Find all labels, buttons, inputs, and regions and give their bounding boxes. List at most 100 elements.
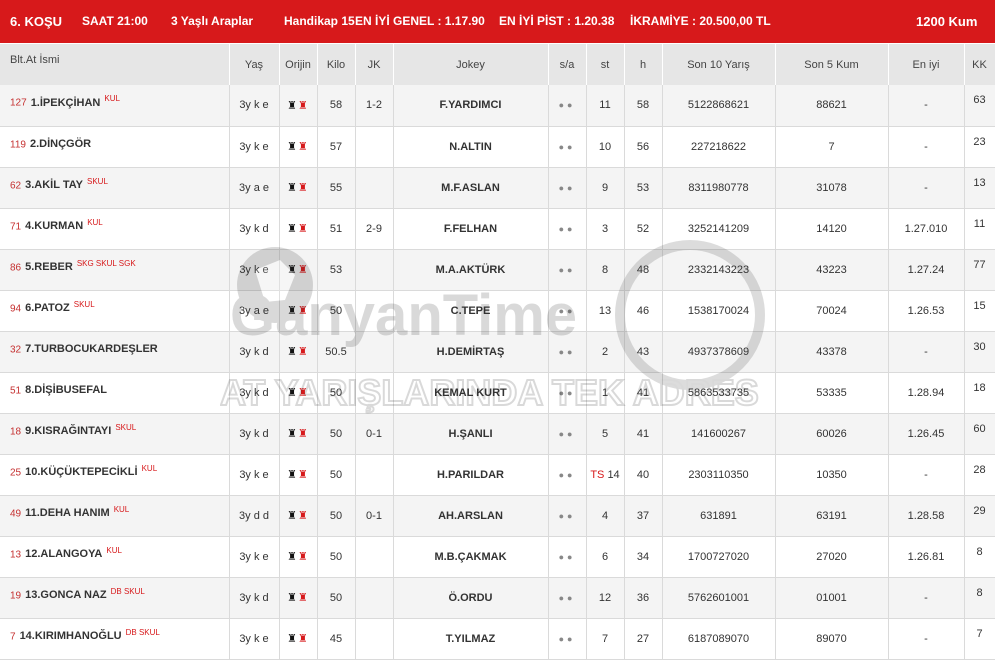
horse-origin-icon[interactable]: ♜♜ [287, 223, 309, 235]
origin-cell[interactable]: ♜♜ [279, 249, 318, 291]
jockey-link[interactable]: T.YILMAZ [393, 618, 549, 660]
owner-trainer-icon[interactable]: ●● [559, 265, 576, 275]
col-h[interactable]: h [624, 44, 663, 85]
col-last10[interactable]: Son 10 Yarış [662, 44, 776, 85]
horse-origin-icon[interactable]: ♜♜ [287, 428, 309, 440]
table-row[interactable]: 62 3.AKİL TAY SKUL 3y a e ♜♜ 55 M.F.ASLAN ●● 9 5… [0, 167, 995, 209]
horse-origin-icon[interactable]: ♜♜ [287, 551, 309, 563]
sa-cell[interactable]: ●● [548, 413, 587, 455]
table-row[interactable]: 94 6.PATOZ SKUL 3y a e ♜♜ 50 C.TEPE ●● 13 46 1538… [0, 290, 995, 332]
table-row[interactable]: 86 5.REBER SKG SKUL SGK 3y k e ♜♜ 53 M.A.AKTÜR… [0, 249, 995, 291]
table-row[interactable]: 71 4.KURMAN KUL 3y k d ♜♜ 51 2-9 F.FELHAN ●● 3 52… [0, 208, 995, 250]
horse-name-link[interactable]: 11.DEHA HANIM [25, 507, 110, 519]
horse-name-link[interactable]: 10.KÜÇÜKTEPECİKLİ [25, 466, 137, 478]
horse-name-link[interactable]: 2.DİNÇGÖR [30, 138, 91, 150]
origin-cell[interactable]: ♜♜ [279, 167, 318, 209]
jockey-link[interactable]: C.TEPE [393, 290, 549, 332]
jockey-link[interactable]: F.FELHAN [393, 208, 549, 250]
origin-cell[interactable]: ♜♜ [279, 331, 318, 373]
sa-cell[interactable]: ●● [548, 85, 587, 127]
owner-trainer-icon[interactable]: ●● [559, 183, 576, 193]
table-row[interactable]: 32 7.TURBOCUKARDEŞLER 3y k d ♜♜ 50.5 H.DEMİRT… [0, 331, 995, 373]
col-last5[interactable]: Son 5 Kum [775, 44, 889, 85]
sa-cell[interactable]: ●● [548, 290, 587, 332]
col-st[interactable]: st [586, 44, 625, 85]
col-weight[interactable]: Kilo [317, 44, 356, 85]
horse-name-link[interactable]: 14.KIRIMHANOĞLU [20, 630, 122, 642]
jockey-link[interactable]: M.F.ASLAN [393, 167, 549, 209]
jockey-link[interactable]: Ö.ORDU [393, 577, 549, 619]
horse-origin-icon[interactable]: ♜♜ [287, 387, 309, 399]
horse-name-link[interactable]: 4.KURMAN [25, 220, 83, 232]
sa-cell[interactable]: ●● [548, 577, 587, 619]
sa-cell[interactable]: ●● [548, 372, 587, 414]
origin-cell[interactable]: ♜♜ [279, 618, 318, 660]
sa-cell[interactable]: ●● [548, 167, 587, 209]
horse-origin-icon[interactable]: ♜♜ [287, 469, 309, 481]
table-row[interactable]: 13 12.ALANGOYA KUL 3y k e ♜♜ 50 M.B.ÇAKMAK ●● 6… [0, 536, 995, 578]
origin-cell[interactable]: ♜♜ [279, 85, 318, 127]
jockey-link[interactable]: F.YARDIMCI [393, 85, 549, 127]
table-row[interactable]: 51 8.DİŞİBUSEFAL 3y k d ♜♜ 50 KEMAL KURT ●● 14… [0, 372, 995, 414]
sa-cell[interactable]: ●● [548, 618, 587, 660]
col-jockey[interactable]: Jokey [393, 44, 549, 85]
col-kk[interactable]: KK [964, 44, 995, 85]
sa-cell[interactable]: ●● [548, 331, 587, 373]
owner-trainer-icon[interactable]: ●● [559, 429, 576, 439]
jockey-link[interactable]: KEMAL KURT [393, 372, 549, 414]
owner-trainer-icon[interactable]: ●● [559, 347, 576, 357]
horse-origin-icon[interactable]: ♜♜ [287, 305, 309, 317]
table-row[interactable]: 7 14.KIRIMHANOĞLU DB SKUL 3y k e ♜♜ 45 T.YILMA… [0, 618, 995, 660]
origin-cell[interactable]: ♜♜ [279, 577, 318, 619]
owner-trainer-icon[interactable]: ●● [559, 388, 576, 398]
horse-name-link[interactable]: 1.İPEKÇİHAN [31, 97, 101, 109]
horse-origin-icon[interactable]: ♜♜ [287, 100, 309, 112]
table-row[interactable]: 119 2.DİNÇGÖR 3y k e ♜♜ 57 N.ALTIN ●● 10 56 2272… [0, 126, 995, 168]
horse-name-link[interactable]: 7.TURBOCUKARDEŞLER [25, 343, 158, 355]
sa-cell[interactable]: ●● [548, 249, 587, 291]
sa-cell[interactable]: ●● [548, 208, 587, 250]
jockey-link[interactable]: H.PARILDAR [393, 454, 549, 496]
origin-cell[interactable]: ♜♜ [279, 290, 318, 332]
table-row[interactable]: 49 11.DEHA HANIM KUL 3y d d ♜♜ 50 0-1 AH.ARSLAN… [0, 495, 995, 537]
table-row[interactable]: 127 1.İPEKÇİHAN KUL 3y k e ♜♜ 58 1-2 F.YARDIMCI… [0, 85, 995, 127]
owner-trainer-icon[interactable]: ●● [559, 470, 576, 480]
origin-cell[interactable]: ♜♜ [279, 536, 318, 578]
horse-origin-icon[interactable]: ♜♜ [287, 592, 309, 604]
col-jk[interactable]: JK [355, 44, 394, 85]
table-row[interactable]: 19 13.GONCA NAZ DB SKUL 3y k d ♜♜ 50 Ö.ORDU ●● … [0, 577, 995, 619]
col-horse-name[interactable]: Blt.At İsmi [0, 44, 230, 85]
jockey-link[interactable]: M.A.AKTÜRK [393, 249, 549, 291]
horse-name-link[interactable]: 3.AKİL TAY [25, 179, 83, 191]
origin-cell[interactable]: ♜♜ [279, 454, 318, 496]
owner-trainer-icon[interactable]: ●● [559, 634, 576, 644]
horse-name-link[interactable]: 8.DİŞİBUSEFAL [25, 384, 107, 396]
origin-cell[interactable]: ♜♜ [279, 413, 318, 455]
horse-origin-icon[interactable]: ♜♜ [287, 182, 309, 194]
origin-cell[interactable]: ♜♜ [279, 126, 318, 168]
jockey-link[interactable]: H.ŞANLI [393, 413, 549, 455]
owner-trainer-icon[interactable]: ●● [559, 511, 576, 521]
horse-origin-icon[interactable]: ♜♜ [287, 633, 309, 645]
sa-cell[interactable]: ●● [548, 495, 587, 537]
owner-trainer-icon[interactable]: ●● [559, 100, 576, 110]
jockey-link[interactable]: H.DEMİRTAŞ [393, 331, 549, 373]
col-best[interactable]: En iyi [888, 44, 965, 85]
table-row[interactable]: 18 9.KISRAĞINTAYI SKUL 3y k d ♜♜ 50 0-1 H.ŞANLI… [0, 413, 995, 455]
table-row[interactable]: 25 10.KÜÇÜKTEPECİKLİ KUL 3y k e ♜♜ 50 H.PARILD… [0, 454, 995, 496]
owner-trainer-icon[interactable]: ●● [559, 224, 576, 234]
origin-cell[interactable]: ♜♜ [279, 372, 318, 414]
horse-name-link[interactable]: 5.REBER [25, 261, 73, 273]
jockey-link[interactable]: M.B.ÇAKMAK [393, 536, 549, 578]
col-origin[interactable]: Orijin [279, 44, 318, 85]
horse-origin-icon[interactable]: ♜♜ [287, 141, 309, 153]
sa-cell[interactable]: ●● [548, 126, 587, 168]
horse-name-link[interactable]: 13.GONCA NAZ [25, 589, 107, 601]
origin-cell[interactable]: ♜♜ [279, 208, 318, 250]
owner-trainer-icon[interactable]: ●● [559, 306, 576, 316]
sa-cell[interactable]: ●● [548, 454, 587, 496]
col-sa[interactable]: s/a [548, 44, 587, 85]
horse-name-link[interactable]: 12.ALANGOYA [25, 548, 102, 560]
horse-origin-icon[interactable]: ♜♜ [287, 264, 309, 276]
owner-trainer-icon[interactable]: ●● [559, 552, 576, 562]
